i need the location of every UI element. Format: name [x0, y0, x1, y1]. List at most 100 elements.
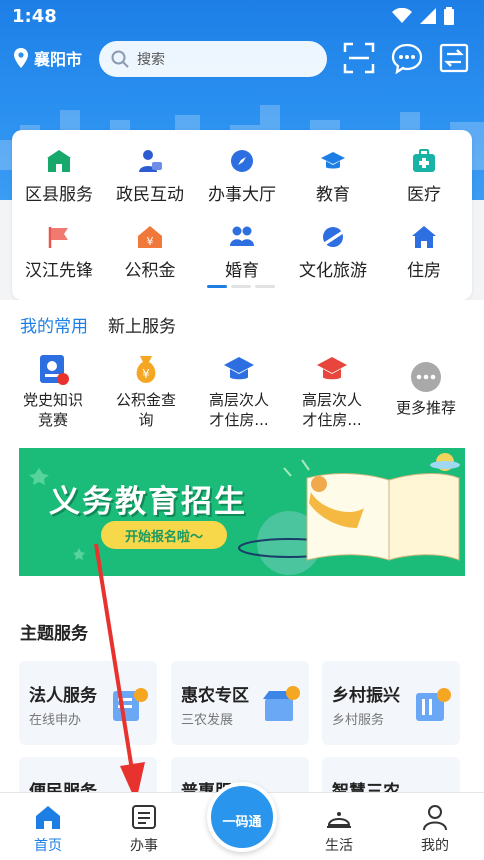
favorite-housing-fund-query[interactable]: ¥ 公积金查 询 — [101, 352, 191, 430]
nav-mine-label: 我的 — [421, 838, 449, 854]
favorite-talent-housing-2[interactable]: 高层次人 才住房... — [287, 352, 377, 430]
nav-mine[interactable]: 我的 — [405, 803, 465, 855]
category-label: 住房 — [407, 261, 441, 281]
tab-new-services[interactable]: 新上服务 — [108, 312, 176, 337]
favorite-label-line1: 党史知识 — [22, 391, 83, 409]
annotation-arrow — [94, 543, 145, 802]
favorite-label-line1: 高层次人 — [208, 391, 269, 409]
theme-card-subtitle: 乡村服务 — [332, 713, 385, 728]
category-label: 教育 — [316, 185, 350, 205]
one-code-button[interactable]: 一码通 — [207, 782, 277, 852]
people-chat-icon — [139, 150, 162, 172]
nav-life[interactable]: 生活 — [309, 803, 369, 855]
page-indicator — [207, 285, 275, 288]
theme-card-agri-benefit[interactable]: 惠农专区 三农发展 — [171, 661, 309, 745]
nav-home-label: 首页 — [34, 838, 62, 854]
category-marriage-birth[interactable]: 婚育 — [196, 224, 288, 281]
favorite-talent-housing-1[interactable]: 高层次人 才住房... — [194, 352, 284, 430]
category-hanjiang-pioneer[interactable]: 汉江先锋 — [13, 224, 105, 281]
category-housing[interactable]: 住房 — [378, 224, 470, 281]
graduation-cap-red-icon — [317, 357, 347, 380]
scan-icon[interactable] — [343, 42, 375, 74]
favorite-label-line2: 竞赛 — [37, 411, 68, 429]
tab-my-favorites[interactable]: 我的常用 — [20, 312, 88, 337]
category-county-services[interactable]: 区县服务 — [13, 148, 105, 205]
category-label: 医疗 — [407, 185, 441, 205]
favorite-label-line2: 才住房... — [302, 411, 362, 429]
category-label: 政民互动 — [116, 185, 184, 205]
user-icon — [423, 805, 447, 831]
category-culture-tourism[interactable]: 文化旅游 — [287, 224, 379, 281]
location-label: 襄阳市 — [34, 50, 83, 69]
house-fund-icon: ¥ — [138, 226, 162, 248]
category-gov-interaction[interactable]: 政民互动 — [104, 148, 196, 205]
city-gate-icon — [47, 150, 71, 172]
location-pin-icon — [14, 48, 28, 68]
favorite-label-line1: 高层次人 — [301, 391, 362, 409]
signal-icon — [420, 8, 436, 24]
search-icon — [111, 50, 129, 68]
book-badge-icon — [416, 688, 451, 721]
category-medical[interactable]: 医疗 — [378, 148, 470, 205]
home-icon — [36, 806, 60, 829]
theme-card-name: 法人服务 — [29, 686, 97, 706]
svg-text:¥: ¥ — [147, 235, 154, 248]
clipboard-list-icon — [132, 805, 156, 829]
service-bell-icon — [327, 812, 351, 828]
nav-life-label: 生活 — [325, 838, 353, 854]
category-service-hall[interactable]: 办事大厅 — [196, 148, 288, 205]
message-icon[interactable] — [391, 42, 423, 74]
status-icons — [392, 7, 454, 25]
nav-home[interactable]: 首页 — [18, 803, 78, 855]
family-icon — [230, 226, 254, 246]
quiz-badge-icon — [40, 355, 69, 385]
house-icon — [412, 226, 436, 248]
favorite-label-line1: 公积金查 — [115, 391, 176, 409]
status-time: 1:48 — [12, 6, 57, 27]
theme-card-name: 惠农专区 — [181, 686, 249, 706]
nav-affairs-label: 办事 — [130, 838, 158, 854]
theme-card-subtitle: 三农发展 — [181, 713, 234, 728]
category-card: 区县服务 政民互动 办事大厅 教育 医疗 汉江先锋 ¥ 公积金 婚育 文化旅游 … — [12, 130, 472, 300]
plane-globe-icon — [323, 227, 344, 247]
money-bag-icon: ¥ — [136, 356, 156, 383]
one-code-label: 一码通 — [222, 814, 262, 830]
category-label: 汉江先锋 — [25, 261, 93, 281]
graduation-cap-icon — [321, 152, 345, 169]
wifi-icon — [392, 8, 412, 23]
compass-icon — [231, 150, 253, 172]
category-label: 区县服务 — [25, 185, 93, 205]
favorite-more-recommendations[interactable]: 更多推荐 — [381, 360, 471, 418]
category-label: 婚育 — [225, 261, 259, 281]
status-bar: 1:48 — [0, 0, 484, 34]
search-placeholder: 搜索 — [137, 52, 165, 68]
favorite-label-line2: 询 — [138, 411, 154, 429]
battery-icon — [444, 7, 454, 25]
theme-card-subtitle: 在线申办 — [29, 713, 82, 728]
favorite-label-line2: 才住房... — [209, 411, 269, 429]
nav-affairs[interactable]: 办事 — [114, 803, 174, 855]
switch-icon[interactable] — [438, 42, 470, 74]
page-dot-active — [207, 285, 227, 288]
category-education[interactable]: 教育 — [287, 148, 379, 205]
favorites-tabs: 我的常用 新上服务 — [20, 312, 176, 337]
svg-text:¥: ¥ — [142, 367, 150, 381]
enrollment-banner[interactable]: 义务教育招生 开始报名啦～ — [19, 448, 465, 576]
flag-icon — [48, 227, 68, 248]
location-selector[interactable]: 襄阳市 — [14, 46, 82, 70]
page-dot — [255, 285, 275, 288]
theme-services-title: 主题服务 — [20, 624, 88, 644]
category-label: 文化旅游 — [299, 261, 367, 281]
graduation-cap-icon — [224, 357, 254, 380]
category-label: 办事大厅 — [208, 185, 276, 205]
banner-title: 义务教育招生 — [49, 484, 247, 520]
category-housing-fund[interactable]: ¥ 公积金 — [104, 224, 196, 281]
favorite-label-line1: 更多推荐 — [395, 399, 456, 417]
shop-icon — [263, 686, 300, 721]
favorite-party-history-quiz[interactable]: 党史知识 竞赛 — [8, 352, 98, 430]
more-dots-icon — [411, 362, 441, 392]
medical-kit-icon — [413, 149, 435, 172]
search-input[interactable]: 搜索 — [99, 41, 327, 77]
theme-card-rural-revitalization[interactable]: 乡村振兴 乡村服务 — [322, 661, 460, 745]
theme-card-name: 乡村振兴 — [332, 686, 400, 706]
